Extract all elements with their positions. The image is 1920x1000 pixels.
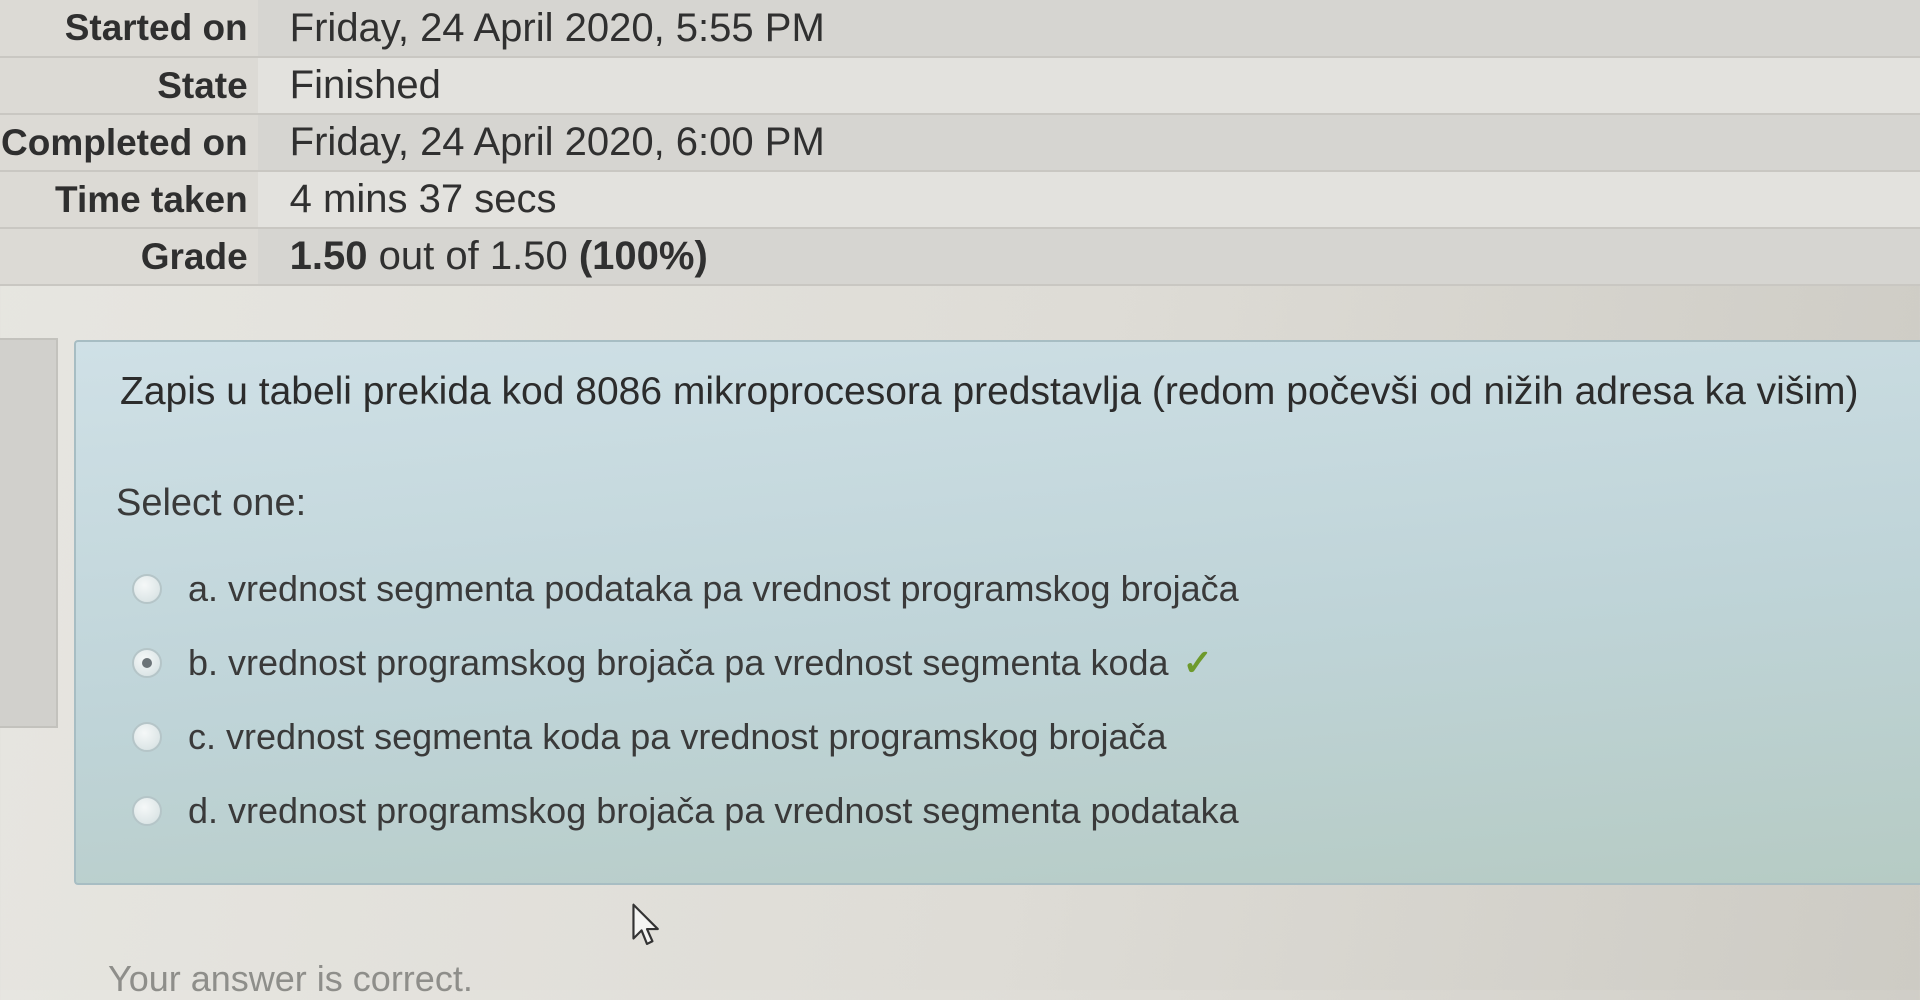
mouse-cursor-icon: [632, 903, 659, 946]
started-on-value: Friday, 24 April 2020, 5:55 PM: [257, 0, 1920, 58]
summary-row-grade: Grade 1.50 out of 1.50 (100%): [0, 228, 1920, 286]
answer-label-a: vrednost segmenta podataka pa vrednost p…: [228, 568, 1239, 609]
answer-option-a[interactable]: a. vrednost segmenta podataka pa vrednos…: [132, 552, 1239, 626]
question-info-panel: [0, 338, 58, 728]
summary-row-completed-on: Completed on Friday, 24 April 2020, 6:00…: [0, 114, 1920, 172]
answer-text-a: a. vrednost segmenta podataka pa vrednos…: [188, 568, 1239, 610]
time-taken-value: 4 mins 37 secs: [257, 171, 1920, 229]
grade-percent: (100%): [578, 234, 708, 278]
answer-label-c: vrednost segmenta koda pa vrednost progr…: [226, 716, 1167, 757]
answer-option-d[interactable]: d. vrednost programskog brojača pa vredn…: [132, 774, 1239, 848]
answer-label-d: vrednost programskog brojača pa vrednost…: [228, 790, 1239, 831]
state-label: State: [0, 57, 258, 115]
answer-label-b: vrednost programskog brojača pa vrednost…: [228, 642, 1169, 683]
summary-row-state: State Finished: [0, 57, 1920, 115]
summary-row-started-on: Started on Friday, 24 April 2020, 5:55 P…: [0, 0, 1920, 58]
state-value: Finished: [257, 57, 1920, 115]
answer-text-c: c. vrednost segmenta koda pa vrednost pr…: [188, 716, 1167, 758]
radio-button-b[interactable]: [132, 648, 162, 678]
answer-options: a. vrednost segmenta podataka pa vrednos…: [132, 552, 1239, 848]
radio-button-d[interactable]: [132, 796, 162, 826]
grade-score: 1.50: [289, 234, 368, 278]
answer-letter-d: d.: [188, 790, 219, 831]
grade-label: Grade: [0, 228, 258, 286]
answer-feedback: Your answer is correct.: [108, 958, 473, 999]
radio-button-c[interactable]: [132, 722, 162, 752]
check-icon: ✓: [1182, 642, 1213, 683]
answer-option-c[interactable]: c. vrednost segmenta koda pa vrednost pr…: [132, 700, 1239, 774]
completed-on-value: Friday, 24 April 2020, 6:00 PM: [257, 114, 1920, 172]
answer-text-d: d. vrednost programskog brojača pa vredn…: [188, 790, 1239, 832]
quiz-summary-table: Started on Friday, 24 April 2020, 5:55 P…: [0, 0, 1920, 286]
radio-button-a[interactable]: [132, 574, 162, 604]
question-content-box: Zapis u tabeli prekida kod 8086 mikropro…: [74, 340, 1920, 885]
summary-row-time-taken: Time taken 4 mins 37 secs: [0, 171, 1920, 229]
answer-letter-c: c.: [188, 716, 217, 757]
completed-on-label: Completed on: [0, 114, 258, 172]
answer-text-b: b. vrednost programskog brojača pa vredn…: [188, 642, 1169, 684]
answer-letter-b: b.: [188, 642, 219, 683]
select-one-prompt: Select one:: [116, 482, 307, 524]
answer-option-b[interactable]: b. vrednost programskog brojača pa vredn…: [132, 626, 1239, 700]
grade-value: 1.50 out of 1.50 (100%): [257, 228, 1920, 286]
answer-letter-a: a.: [188, 568, 219, 609]
question-text: Zapis u tabeli prekida kod 8086 mikropro…: [120, 370, 1859, 413]
started-on-label: Started on: [0, 0, 258, 58]
time-taken-label: Time taken: [0, 171, 258, 229]
grade-out-of: out of 1.50: [378, 234, 568, 278]
